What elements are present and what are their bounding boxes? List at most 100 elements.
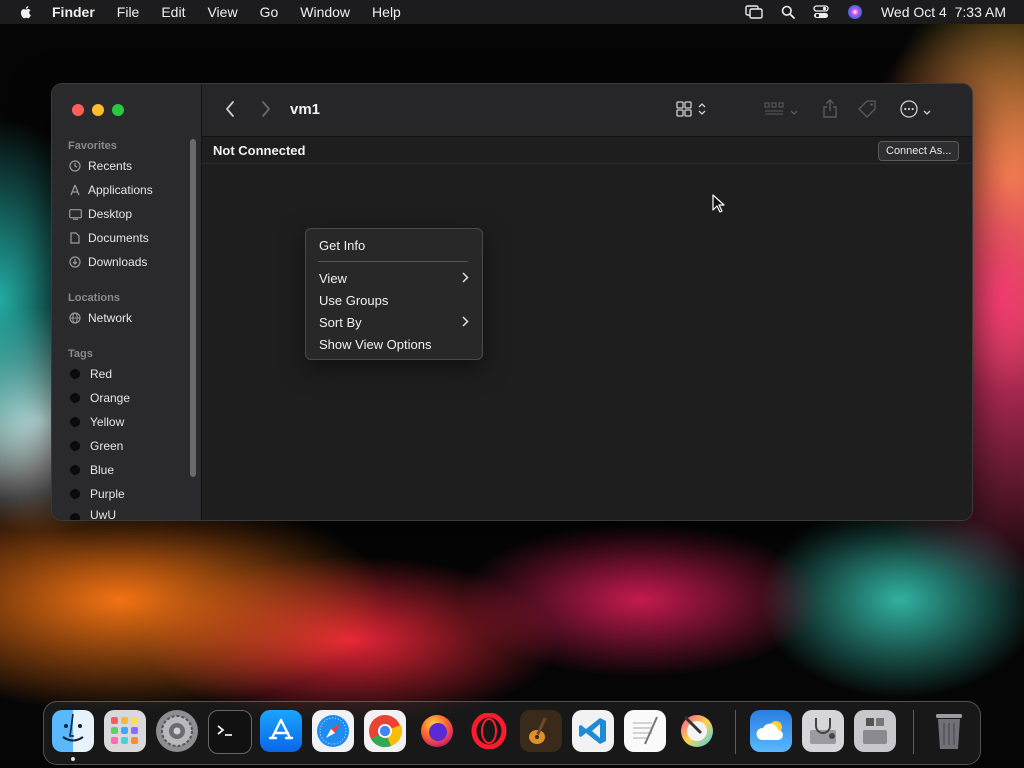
close-button[interactable] [72, 104, 84, 116]
apple-icon[interactable] [18, 4, 34, 20]
tag-dot-icon [70, 489, 80, 499]
sidebar-scrollbar[interactable] [190, 139, 196, 477]
sidebar-item-tag-purple[interactable]: Purple [68, 484, 125, 504]
download-icon [68, 255, 82, 269]
chevron-down-icon [923, 103, 931, 121]
finder-window: Favorites Recents Applications Desktop D… [52, 84, 972, 520]
menu-item-sort-by[interactable]: Sort By [319, 313, 469, 331]
system-settings-dock-icon[interactable] [156, 710, 198, 752]
menu-item-label: Get Info [319, 237, 366, 253]
chrome-dock-icon[interactable] [364, 710, 406, 752]
sidebar-section-favorites: Favorites [68, 140, 117, 152]
share-button[interactable] [822, 99, 838, 124]
firefox-dock-icon[interactable] [416, 710, 458, 752]
menu-item-label: View [319, 270, 347, 286]
launchpad-dock-icon[interactable] [104, 710, 146, 752]
menu-item-show-view-options[interactable]: Show View Options [319, 335, 469, 353]
connection-status: Not Connected [213, 143, 306, 158]
menu-item-label: Show View Options [319, 336, 432, 352]
garageband-dock-icon[interactable] [520, 710, 562, 752]
safari-dock-icon[interactable] [312, 710, 354, 752]
dock-separator [735, 710, 736, 754]
sidebar-item-label: Desktop [88, 207, 133, 221]
sidebar-item-tag-yellow[interactable]: Yellow [68, 412, 124, 432]
share-icon [822, 99, 838, 124]
menu-bar: Finder File Edit View Go Window Help Wed… [0, 0, 1024, 24]
back-button[interactable] [224, 100, 236, 118]
desktop-icon [68, 207, 82, 221]
boot-camp-dock-icon[interactable] [854, 710, 896, 752]
app-store-dock-icon[interactable] [260, 710, 302, 752]
minimize-button[interactable] [92, 104, 104, 116]
menu-file[interactable]: File [117, 4, 140, 20]
spotlight-icon[interactable] [781, 5, 795, 19]
chevron-down-icon [790, 103, 798, 121]
screen-mirroring-icon[interactable] [745, 5, 763, 19]
group-button[interactable] [764, 101, 798, 122]
disk-utility-dock-icon[interactable] [802, 710, 844, 752]
menu-window[interactable]: Window [300, 4, 350, 20]
view-mode-button[interactable] [676, 101, 706, 122]
sidebar-item-recents[interactable]: Recents [68, 156, 132, 176]
tag-icon [858, 100, 878, 123]
opera-dock-icon[interactable] [468, 710, 510, 752]
weather-dock-icon[interactable] [750, 710, 792, 752]
siri-icon[interactable] [847, 4, 863, 20]
sidebar-item-tag-red[interactable]: Red [68, 364, 112, 384]
chevron-right-icon [462, 271, 469, 286]
menu-view[interactable]: View [207, 4, 237, 20]
more-actions-button[interactable] [900, 100, 931, 123]
menu-item-use-groups[interactable]: Use Groups [319, 291, 469, 309]
sidebar-item-network[interactable]: Network [68, 308, 132, 328]
globe-icon [68, 311, 82, 325]
textedit-dock-icon[interactable] [624, 710, 666, 752]
vscode-dock-icon[interactable] [572, 710, 614, 752]
sidebar-item-label: Recents [88, 159, 133, 173]
context-menu: Get Info View Use Groups Sort By Show Vi… [305, 228, 483, 360]
terminal-dock-icon[interactable] [208, 710, 252, 754]
sidebar-item-label: Orange [90, 391, 131, 405]
tag-dot-icon [70, 417, 80, 427]
tag-button[interactable] [858, 100, 878, 123]
window-controls [72, 104, 124, 116]
menu-separator [318, 261, 468, 262]
menu-edit[interactable]: Edit [161, 4, 185, 20]
menubar-datetime[interactable]: Wed Oct 4 7:33 AM [881, 4, 1006, 20]
sidebar-item-documents[interactable]: Documents [68, 228, 149, 248]
control-center-icon[interactable] [813, 5, 829, 19]
menu-go[interactable]: Go [260, 4, 279, 20]
chevron-updown-icon [698, 102, 706, 121]
menu-item-get-info[interactable]: Get Info [319, 236, 469, 254]
group-icon [764, 101, 784, 122]
sidebar-item-tag-orange[interactable]: Orange [68, 388, 130, 408]
window-title: vm1 [290, 101, 321, 118]
toolbar: vm1 [202, 84, 972, 137]
sidebar-item-tag-blue[interactable]: Blue [68, 460, 114, 480]
sidebar-item-downloads[interactable]: Downloads [68, 252, 147, 272]
mouse-cursor-icon [712, 194, 726, 219]
menu-item-label: Sort By [319, 314, 362, 330]
sidebar-item-label: Blue [90, 463, 115, 477]
finder-dock-icon[interactable] [52, 710, 94, 752]
running-indicator [71, 757, 75, 761]
sidebar-item-tag-uwu[interactable]: UwU [68, 508, 116, 520]
sidebar-item-label: UwU [90, 508, 116, 520]
sidebar-section-locations: Locations [68, 292, 120, 304]
connect-as-button[interactable]: Connect As... [878, 141, 960, 161]
icon-grid-icon [676, 101, 692, 122]
tag-dot-icon [70, 465, 80, 475]
menu-item-view[interactable]: View [319, 269, 469, 287]
zoom-button[interactable] [112, 104, 124, 116]
menu-app-name[interactable]: Finder [52, 4, 95, 20]
trash-dock-icon[interactable] [928, 710, 970, 752]
dock [43, 701, 981, 765]
sidebar-item-applications[interactable]: Applications [68, 180, 153, 200]
sidebar-item-tag-green[interactable]: Green [68, 436, 123, 456]
sidebar-item-label: Green [90, 439, 124, 453]
menu-help[interactable]: Help [372, 4, 401, 20]
pixelmator-dock-icon[interactable] [676, 710, 718, 752]
sidebar-item-desktop[interactable]: Desktop [68, 204, 132, 224]
document-icon [68, 231, 82, 245]
clock-icon [68, 159, 82, 173]
forward-button[interactable] [260, 100, 272, 118]
